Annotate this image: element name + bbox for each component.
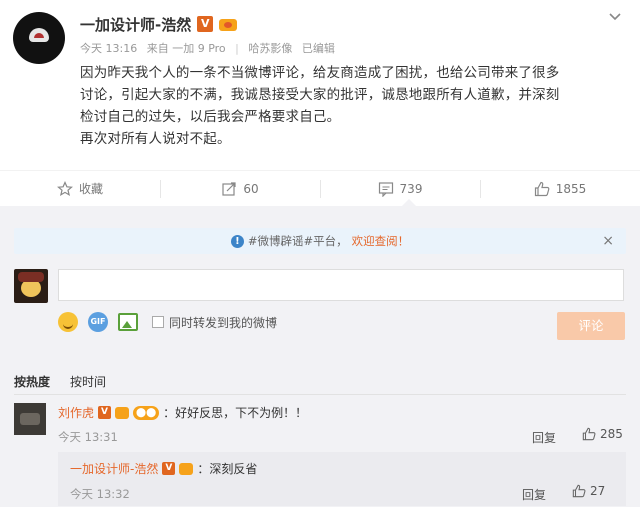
comment-count: 739 bbox=[399, 181, 423, 196]
reply-text: ：深刻反省 bbox=[197, 462, 258, 476]
comment-like-count: 285 bbox=[600, 427, 623, 441]
repost-count: 60 bbox=[243, 181, 259, 196]
repost-checkbox-label: 同时转发到我的微博 bbox=[169, 315, 278, 330]
like-button[interactable]: 1855 bbox=[480, 171, 640, 206]
post-source: 来自 一加 9 Pro bbox=[146, 42, 226, 55]
meta-divider: | bbox=[235, 42, 239, 55]
post-time[interactable]: 今天 13:16 bbox=[80, 42, 137, 55]
author-name[interactable]: 一加设计师-浩然 bbox=[80, 14, 191, 35]
reply-button[interactable]: 回复 bbox=[532, 429, 556, 446]
fan-level-badge-icon: ⬤⬤ bbox=[133, 405, 160, 420]
favorite-button[interactable]: 收藏 bbox=[0, 171, 160, 206]
like-count: 1855 bbox=[555, 181, 587, 196]
divider bbox=[14, 394, 626, 395]
post-edited[interactable]: 已编辑 bbox=[302, 42, 335, 55]
post-meta: 今天 13:16 来自 一加 9 Pro | 哈苏影像 已编辑 bbox=[80, 40, 341, 56]
repost-checkbox[interactable] bbox=[152, 316, 164, 328]
weibo-post: 一加设计师-浩然 V 今天 13:16 来自 一加 9 Pro | 哈苏影像 已… bbox=[0, 0, 640, 206]
reply-item: 一加设计师-浩然 V ：深刻反省 今天 13:32 回复 27 bbox=[58, 452, 626, 506]
comment-icon bbox=[378, 181, 393, 197]
tab-sort-hot[interactable]: 按热度 bbox=[14, 373, 50, 390]
submit-comment-button[interactable]: 评论 bbox=[557, 312, 625, 340]
sort-tabs: 按热度 按时间 bbox=[14, 373, 106, 390]
comment-panel: ! #微博辟谣#平台， 欢迎查阅！ × GIF 同时转发到我的微博 评论 按热度 … bbox=[0, 206, 640, 507]
comment-time: 今天 13:31 bbox=[58, 430, 118, 444]
post-text-line: 因为昨天我个人的一条不当微博评论，给友商造成了困扰，也给公司带来了很多 bbox=[80, 65, 560, 81]
star-icon bbox=[57, 180, 73, 196]
reply-time: 今天 13:32 bbox=[70, 487, 130, 501]
post-group[interactable]: 哈苏影像 bbox=[248, 42, 292, 55]
member-crown-icon bbox=[115, 406, 130, 419]
repost-icon bbox=[222, 181, 236, 196]
comment-toolbar: GIF 同时转发到我的微博 bbox=[58, 312, 277, 332]
thumbs-up-icon bbox=[582, 427, 596, 441]
comment-button[interactable]: 739 bbox=[320, 171, 480, 206]
reply-author-name[interactable]: 一加设计师-浩然 bbox=[70, 460, 158, 477]
thumbs-up-icon bbox=[572, 484, 586, 498]
tab-sort-time[interactable]: 按时间 bbox=[70, 373, 106, 390]
comment-panel-pointer bbox=[402, 199, 416, 206]
comment-item: 刘作虎 V ⬤⬤ ：好好反思，下不为例！！ bbox=[58, 404, 307, 421]
image-icon[interactable] bbox=[118, 313, 138, 331]
repost-checkbox-row[interactable]: 同时转发到我的微博 bbox=[152, 314, 277, 331]
comment-text: ：好好反思，下不为例！！ bbox=[163, 406, 308, 420]
author-avatar[interactable] bbox=[13, 12, 65, 64]
close-icon[interactable]: × bbox=[602, 233, 614, 249]
repost-button[interactable]: 60 bbox=[160, 171, 320, 206]
thumbs-up-icon bbox=[534, 181, 550, 196]
comment-like-button[interactable]: 285 bbox=[582, 427, 623, 441]
emoji-icon[interactable] bbox=[58, 312, 78, 332]
favorite-label: 收藏 bbox=[78, 182, 103, 196]
member-crown-icon bbox=[179, 462, 194, 475]
member-crown-icon bbox=[219, 16, 238, 32]
reply-line: 一加设计师-浩然 V ：深刻反省 bbox=[70, 460, 257, 477]
comment-input[interactable] bbox=[58, 269, 624, 301]
gif-icon[interactable]: GIF bbox=[88, 312, 108, 332]
notice-link[interactable]: 欢迎查阅！ bbox=[352, 233, 410, 249]
post-text-line: 检讨自己的过失，以后我会严格要求自己。 bbox=[80, 109, 341, 125]
post-text-line: 讨论，引起大家的不满，我诚恳接受大家的批评，诚恳地跟所有人道歉，并深刻 bbox=[80, 87, 560, 103]
reply-like-button[interactable]: 27 bbox=[572, 484, 605, 498]
rumor-notice-bar: ! #微博辟谣#平台， 欢迎查阅！ × bbox=[14, 228, 626, 254]
notice-text[interactable]: #微博辟谣#平台， bbox=[248, 233, 348, 249]
chevron-down-icon[interactable] bbox=[608, 10, 622, 24]
post-text-line: 再次对所有人说对不起。 bbox=[80, 131, 231, 147]
reply-like-count: 27 bbox=[590, 484, 606, 498]
verified-badge-icon: V bbox=[98, 406, 112, 419]
post-action-bar: 收藏 60 739 1855 bbox=[0, 170, 640, 206]
reply-button[interactable]: 回复 bbox=[522, 486, 546, 503]
post-text: 因为昨天我个人的一条不当微博评论，给友商造成了困扰，也给公司带来了很多 讨论，引… bbox=[80, 62, 628, 150]
verified-badge-icon: V bbox=[197, 16, 214, 32]
commenter-avatar[interactable] bbox=[14, 403, 46, 435]
info-icon: ! bbox=[230, 234, 244, 248]
commenter-name[interactable]: 刘作虎 bbox=[58, 404, 94, 421]
verified-badge-icon: V bbox=[162, 462, 176, 475]
author-row: 一加设计师-浩然 V bbox=[80, 12, 238, 36]
my-avatar[interactable] bbox=[14, 269, 48, 303]
